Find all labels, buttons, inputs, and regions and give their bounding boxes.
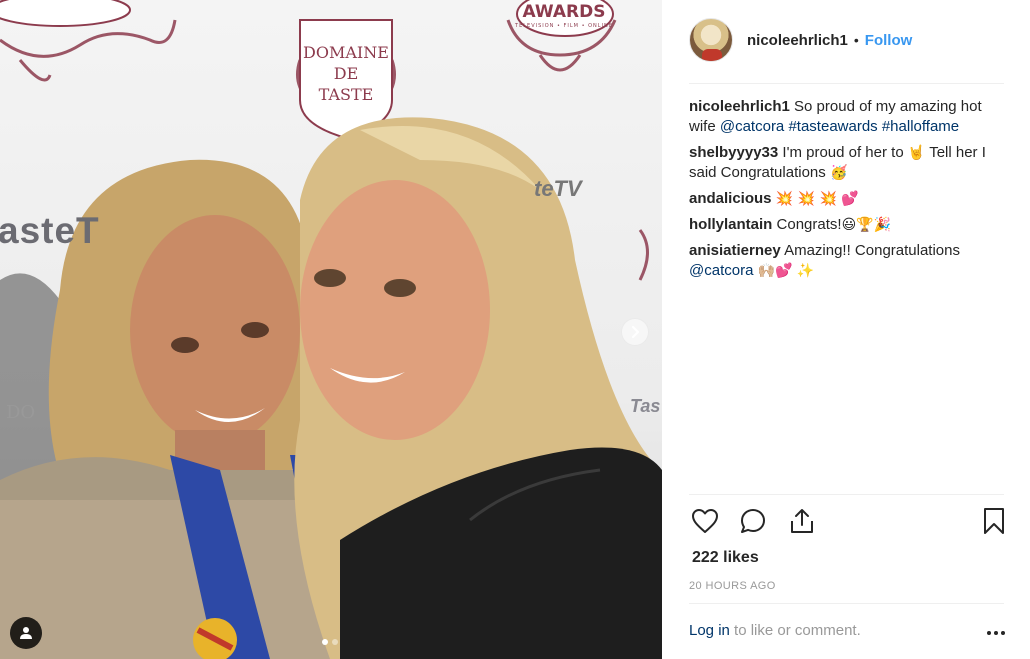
list-item: shelbyyyy33 I'm proud of her to 🤘 Tell h… [689, 143, 1007, 183]
carousel-dot-2 [332, 639, 338, 645]
carousel-next-button[interactable] [621, 318, 649, 346]
post-header: nicoleehrlich1 • Follow [689, 18, 1007, 62]
comment-author[interactable]: andalicious [689, 190, 772, 207]
post-side-panel: nicoleehrlich1 • Follow nicoleehrlich1 S… [662, 0, 1030, 659]
save-button[interactable] [979, 506, 1009, 536]
login-prompt-text: to like or comment. [734, 622, 861, 639]
list-item: anisiatierney Amazing!! Congratulations … [689, 241, 1007, 281]
header-separator: • [853, 32, 859, 48]
like-button[interactable] [690, 506, 720, 536]
likes-count[interactable]: 222 likes [692, 549, 759, 567]
comment-emoji: 🙌🏼💕 ✨ [757, 263, 815, 279]
logo-line-2: DE [333, 63, 359, 83]
logo-line-3: TASTE [318, 84, 374, 104]
list-item: andalicious 💥 💥 💥 💕 [689, 189, 1007, 209]
post-photo[interactable]: DOMAINE DE TASTE AWARDS TELEVISION • FIL… [0, 0, 662, 659]
awards-subtitle: TELEVISION • FILM • ONLINE [515, 22, 613, 29]
tastetv-logo-left: asteT [0, 210, 100, 251]
comment-list: nicoleehrlich1 So proud of my amazing ho… [689, 97, 1007, 287]
comment-author[interactable]: hollylantain [689, 216, 772, 233]
login-prompt: Log in to like or comment. [689, 622, 1007, 639]
hashtag-tasteawards[interactable]: #tasteawards [788, 118, 877, 135]
heart-icon [692, 509, 718, 533]
caption: nicoleehrlich1 So proud of my amazing ho… [689, 97, 1007, 137]
tastetv-logo-center: teTV [534, 176, 582, 201]
comment-author[interactable]: anisiatierney [689, 242, 781, 259]
actions-divider [689, 494, 1004, 495]
tagged-users-button[interactable] [10, 617, 42, 649]
comment-author[interactable]: shelbyyyy33 [689, 144, 778, 161]
comment-emoji: 💥 💥 💥 💕 [775, 191, 859, 207]
bookmark-icon [984, 508, 1004, 534]
comment-emoji: 😃🏆🎉 [841, 217, 892, 233]
share-icon [791, 509, 813, 533]
carousel-indicator [322, 639, 338, 645]
user-tag-icon [20, 627, 32, 639]
comment-button[interactable] [738, 506, 768, 536]
logo-line-1: DOMAINE [303, 42, 389, 62]
comment-bubble-icon [741, 509, 765, 533]
caption-mention[interactable]: @catcora [720, 118, 784, 135]
more-dots-icon [987, 631, 991, 635]
caption-author[interactable]: nicoleehrlich1 [689, 98, 790, 115]
follow-button[interactable]: Follow [865, 32, 913, 49]
domaine-logo-left: DO [6, 402, 36, 423]
login-link[interactable]: Log in [689, 622, 730, 639]
header-divider [689, 83, 1004, 84]
awards-title: AWARDS [522, 1, 606, 22]
share-button[interactable] [787, 506, 817, 536]
comment-emoji: 🥳 [829, 165, 848, 181]
domaine-de-taste-logo: DOMAINE DE TASTE [290, 6, 402, 140]
comment-mention[interactable]: @catcora [689, 262, 753, 279]
action-bar [690, 506, 1010, 538]
tastetv-logo-right: Tas [630, 396, 661, 416]
list-item: hollylantain Congrats!😃🏆🎉 [689, 215, 1007, 235]
taste-awards-logo: AWARDS TELEVISION • FILM • ONLINE [508, 0, 620, 36]
hashtag-halloffame[interactable]: #halloffame [882, 118, 959, 135]
carousel-dot-1 [322, 639, 328, 645]
comment-text: Congrats! [776, 216, 842, 233]
more-options-button[interactable] [984, 625, 1008, 641]
login-divider [689, 603, 1004, 604]
avatar[interactable] [689, 18, 733, 62]
comment-text: Amazing!! Congratulations [784, 242, 960, 259]
comment-emoji: 🤘 [907, 145, 926, 161]
post-username[interactable]: nicoleehrlich1 [747, 32, 848, 49]
post-timestamp[interactable]: 20 HOURS AGO [689, 580, 776, 592]
chevron-right-icon [632, 326, 639, 338]
comment-text: I'm proud of her to [782, 144, 904, 161]
